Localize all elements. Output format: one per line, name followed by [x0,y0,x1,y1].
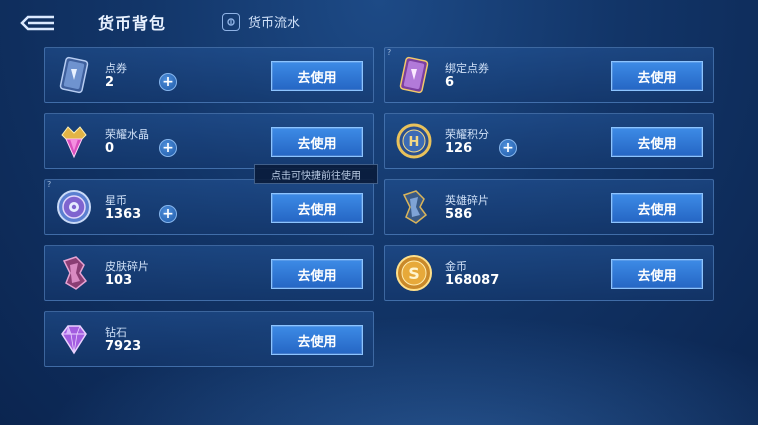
currency-name: 金币 [445,260,467,273]
currency-amount: 0 [105,141,115,156]
gold-coin-icon: S [393,252,435,294]
currency-amount: 6 [445,75,455,90]
currency-name: 星币 [105,194,127,207]
use-glory-crystal-button[interactable]: 去使用 [271,127,363,157]
tooltip: 点击可快捷前往使用 [254,164,378,184]
currency-card-hero-fragment: 英雄碎片 586 去使用 [384,179,714,235]
currency-card-voucher: 点券 2 + 去使用 [44,47,374,103]
currency-name: 钻石 [105,326,127,339]
currency-card-glory-points: H 荣耀积分 126 + 去使用 [384,113,714,169]
currency-name: 荣耀水晶 [105,128,149,141]
ledger-icon [222,12,240,31]
svg-text:S: S [408,264,420,283]
currency-card-skin-fragment: 皮肤碎片 103 去使用 [44,245,374,301]
bound-voucher-card-icon [393,54,435,96]
page-title: 货币背包 [98,14,167,33]
use-diamond-button[interactable]: 去使用 [271,325,363,355]
use-glory-points-button[interactable]: 去使用 [611,127,703,157]
currency-amount: 126 [445,141,473,156]
use-gold-coin-button[interactable]: 去使用 [611,259,703,289]
add-star-coin-button[interactable]: + [159,205,177,223]
currency-card-diamond: 钻石 7923 去使用 [44,311,374,367]
use-voucher-button[interactable]: 去使用 [271,61,363,91]
currency-name: 荣耀积分 [445,128,489,141]
hero-fragment-icon [393,186,435,228]
currency-card-star-coin: ? 星币 1363 + 去使用 [44,179,374,235]
currency-amount: 1363 [105,207,142,222]
glory-crystal-icon [53,120,95,162]
add-glory-points-button[interactable]: + [499,139,517,157]
glory-points-icon: H [393,120,435,162]
currency-name: 英雄碎片 [445,194,489,207]
currency-name: 皮肤碎片 [105,260,149,273]
currency-card-bound-voucher: ? 绑定点券 6 去使用 [384,47,714,103]
skin-fragment-icon [53,252,95,294]
add-glory-crystal-button[interactable]: + [159,139,177,157]
help-mark-icon[interactable]: ? [387,48,391,57]
tab-currency-flow-label: 货币流水 [248,16,301,31]
currency-amount: 103 [105,273,133,288]
currency-name: 绑定点券 [445,62,489,75]
help-mark-icon[interactable]: ? [47,180,51,189]
currency-amount: 586 [445,207,473,222]
back-button[interactable] [18,12,58,34]
voucher-card-icon [53,54,95,96]
currency-card-gold-coin: S 金币 168087 去使用 [384,245,714,301]
currency-amount: 2 [105,75,115,90]
currency-name: 点券 [105,62,127,75]
use-hero-fragment-button[interactable]: 去使用 [611,193,703,223]
currency-amount: 168087 [445,273,500,288]
add-voucher-button[interactable]: + [159,73,177,91]
svg-text:H: H [409,135,420,150]
currency-amount: 7923 [105,339,142,354]
back-arrow-icon [20,15,54,31]
star-coin-icon [53,186,95,228]
tab-currency-flow[interactable]: 货币流水 [222,12,300,31]
diamond-icon [53,318,95,360]
currency-card-glory-crystal: 荣耀水晶 0 + 去使用 [44,113,374,169]
use-skin-fragment-button[interactable]: 去使用 [271,259,363,289]
use-bound-voucher-button[interactable]: 去使用 [611,61,703,91]
use-star-coin-button[interactable]: 去使用 [271,193,363,223]
